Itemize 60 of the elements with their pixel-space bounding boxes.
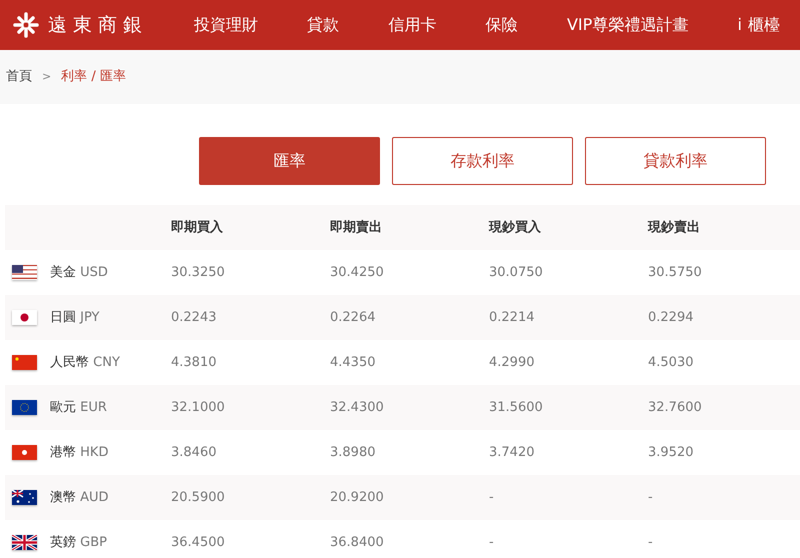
table-cell-text: 20.9200 bbox=[330, 488, 385, 507]
column-header: 現鈔買入 bbox=[489, 218, 542, 237]
flag-icon bbox=[12, 445, 37, 460]
column-header: 即期買入 bbox=[171, 218, 224, 237]
table-cell-text: 32.4300 bbox=[330, 398, 385, 417]
breadcrumb-home[interactable]: 首頁 bbox=[6, 67, 32, 87]
table-cell-text: 36.8400 bbox=[330, 534, 385, 552]
flag-icon bbox=[12, 490, 37, 505]
table-cell-text: - bbox=[489, 534, 495, 552]
table-cell-text: 0.2294 bbox=[648, 308, 694, 327]
rate-tab[interactable]: 貸款利率 bbox=[585, 137, 766, 185]
table-cell-text: 0.2243 bbox=[171, 308, 218, 327]
nav-link[interactable]: VIP尊榮禮遇計畫 bbox=[566, 13, 688, 37]
table-cell-text: 0.2264 bbox=[330, 308, 376, 327]
nav-link[interactable]: 投資理財 bbox=[194, 13, 258, 37]
currency-name: 日圓 JPY bbox=[50, 308, 100, 327]
table-cell-text: - bbox=[489, 488, 495, 507]
counter-link[interactable]: i 櫃檯 bbox=[737, 13, 780, 37]
currency-name: 美金 USD bbox=[50, 264, 109, 282]
currency-name: 人民幣 CNY bbox=[50, 354, 121, 372]
breadcrumb-current: 利率 / 匯率 bbox=[61, 68, 126, 86]
table-cell-text: 20.5900 bbox=[171, 488, 226, 507]
table-cell-text: - bbox=[648, 488, 654, 507]
table-cell-text: 0.2214 bbox=[489, 308, 536, 327]
table-cell-text: 30.0750 bbox=[489, 264, 544, 282]
table-cell-text: 3.9520 bbox=[648, 444, 694, 462]
flag-icon bbox=[12, 265, 37, 280]
column-header: 現鈔賣出 bbox=[648, 218, 701, 237]
rate-tab[interactable]: 匯率 bbox=[199, 137, 380, 185]
table-cell-text: 36.4500 bbox=[171, 534, 226, 552]
currency-name: 澳幣 AUD bbox=[50, 488, 110, 507]
nav-link[interactable]: 貸款 bbox=[307, 13, 340, 37]
table-cell-text: 4.3810 bbox=[171, 354, 218, 372]
nav-link[interactable]: 保險 bbox=[486, 13, 518, 37]
nav-link[interactable]: 信用卡 bbox=[388, 13, 436, 37]
table-cell-text: 3.7420 bbox=[489, 444, 536, 462]
flag-icon bbox=[12, 535, 37, 550]
currency-name: 英鎊 GBP bbox=[50, 534, 108, 552]
table-cell-text: 31.5600 bbox=[489, 398, 544, 417]
logo-text: 遠東商銀 bbox=[48, 12, 148, 38]
table-cell-text: 30.4250 bbox=[330, 264, 385, 282]
table-cell-text: 32.1000 bbox=[171, 398, 226, 417]
logo-icon bbox=[12, 11, 40, 39]
table-cell-text: 30.5750 bbox=[648, 264, 703, 282]
table-cell-text: 32.7600 bbox=[648, 398, 703, 417]
table-cell-text: 4.2990 bbox=[489, 354, 536, 372]
table-cell-text: 4.5030 bbox=[648, 354, 694, 372]
table-cell-text: 30.3250 bbox=[171, 264, 226, 282]
table-cell-text: 3.8980 bbox=[330, 444, 376, 462]
flag-icon bbox=[12, 310, 37, 325]
flag-icon bbox=[12, 400, 37, 415]
currency-name: 歐元 EUR bbox=[50, 398, 108, 417]
flag-icon bbox=[12, 355, 37, 370]
table-cell-text: - bbox=[648, 534, 654, 552]
breadcrumb-separator: > bbox=[42, 68, 52, 85]
rate-tab[interactable]: 存款利率 bbox=[392, 137, 573, 185]
table-cell-text: 4.4350 bbox=[330, 354, 376, 372]
currency-name: 港幣 HKD bbox=[50, 444, 110, 462]
column-header: 即期賣出 bbox=[330, 218, 383, 237]
table-cell-text: 3.8460 bbox=[171, 444, 218, 462]
